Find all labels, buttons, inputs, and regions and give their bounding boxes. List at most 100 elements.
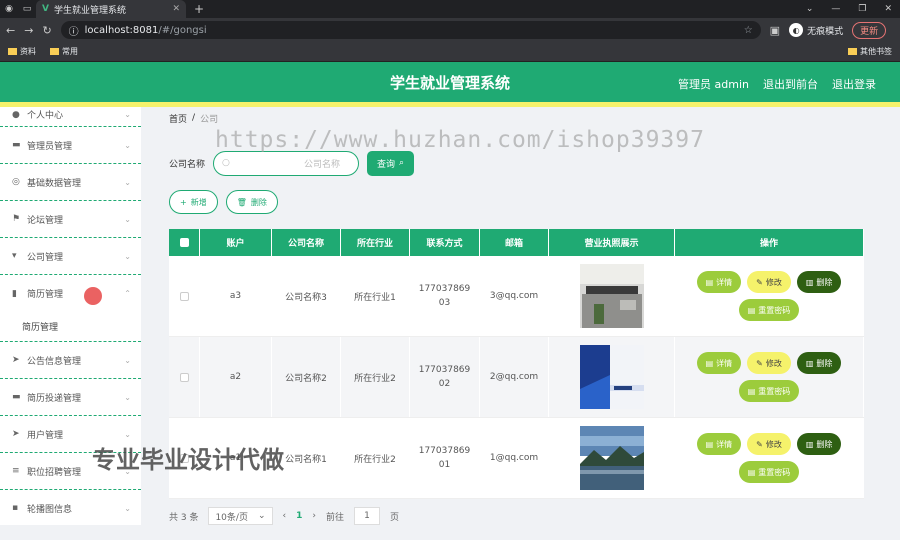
page-suffix: 页 [390, 512, 400, 523]
edit-button[interactable]: ✎ 修改 [747, 352, 791, 374]
add-button[interactable]: + 新增 [169, 190, 218, 214]
sidebar-toggle-icon[interactable]: ▣ [770, 24, 780, 37]
cell-phone-wrap: 17703786901 [410, 418, 480, 498]
page-size-select[interactable]: 10条/页 ⌄ [208, 507, 273, 525]
vue-logo-icon: V [42, 4, 49, 14]
license-image[interactable] [579, 345, 644, 409]
goto-page-input[interactable]: 1 [354, 507, 380, 525]
close-window-icon[interactable]: ✕ [884, 4, 892, 14]
select-all-checkbox[interactable] [179, 238, 189, 247]
edit-button[interactable]: ✎ 修改 [747, 433, 791, 455]
url-input[interactable]: ⓘ localhost:8081/#/gongsi ☆ [60, 21, 761, 39]
sidebar-item-admins[interactable]: ▬ 管理员管理 ⌄ [0, 127, 141, 164]
detail-button[interactable]: ▤ 详情 [696, 271, 742, 293]
chevron-down-icon: ⌄ [124, 251, 131, 261]
cell-phone: 17703786901 [418, 446, 471, 470]
reset-password-button[interactable]: ▤ 重置密码 [738, 461, 800, 483]
detail-label: 详情 [716, 358, 733, 368]
file-icon: ▤ [747, 305, 756, 315]
sidebar-subitem-resume[interactable]: 简历管理 [0, 312, 141, 342]
sidebar-item-company[interactable]: ▾ 公司管理 ⌄ [0, 238, 141, 275]
restore-icon[interactable]: ❐ [858, 4, 866, 14]
detail-label: 详情 [716, 439, 733, 449]
sidebar-item-forum[interactable]: ⚑ 论坛管理 ⌄ [0, 201, 141, 238]
breadcrumb-home[interactable]: 首页 [169, 112, 187, 125]
reload-icon[interactable]: ↻ [42, 24, 51, 37]
search-button[interactable]: 查询 ⌕ [367, 150, 415, 176]
url-host: localhost:8081 [84, 24, 159, 36]
pencil-icon: ✎ [756, 358, 763, 368]
forward-icon[interactable]: → [24, 24, 33, 37]
info-icon[interactable]: ⓘ [69, 23, 79, 38]
detail-button[interactable]: ▤ 详情 [696, 433, 742, 455]
bookmark-label: 资料 [20, 47, 36, 56]
row-select-cell [169, 256, 200, 336]
bookmark-label: 常用 [62, 47, 78, 56]
back-icon[interactable]: ← [6, 24, 15, 37]
breadcrumb-separator: / [192, 113, 196, 123]
bookmark-folder-1[interactable]: 常用 [50, 46, 78, 57]
chat-icon: ▪ [12, 503, 19, 513]
batch-delete-button[interactable]: 🗑 删除 [225, 190, 278, 214]
sidebar-item-notice[interactable]: ➤ 公告信息管理 ⌄ [0, 342, 141, 379]
back-to-front-link[interactable]: 退出到前台 [763, 76, 818, 92]
new-tab-button[interactable]: + [186, 2, 212, 16]
cell-industry: 所在行业2 [341, 418, 410, 498]
license-image[interactable] [579, 264, 644, 328]
current-page[interactable]: 1 [296, 511, 302, 521]
update-button[interactable]: 更新 [852, 21, 887, 39]
pagination-total: 共 3 条 [169, 512, 199, 523]
reset-password-button[interactable]: ▤ 重置密码 [738, 299, 800, 321]
sidebar-item-label: 管理员管理 [27, 141, 73, 152]
chair-icon: ▾ [12, 251, 17, 261]
browser-menu-icon[interactable]: ◉ [0, 4, 18, 14]
sidebar-item-carousel[interactable]: ▪ 轮播图信息 ⌄ [0, 490, 141, 525]
chevron-down-icon: ⌄ [257, 511, 266, 521]
sidebar-item-label: 轮播图信息 [27, 504, 73, 515]
send-icon: ➤ [12, 355, 20, 365]
delete-button[interactable]: ▥ 删除 [796, 352, 842, 374]
cell-email: 1@qq.com [480, 418, 549, 498]
pagination: 共 3 条 10条/页 ⌄ ‹ 1 › 前往 1 页 [169, 507, 880, 525]
detail-button[interactable]: ▤ 详情 [696, 352, 742, 374]
logout-link[interactable]: 退出登录 [832, 76, 876, 92]
edit-label: 修改 [765, 439, 782, 449]
reset-password-button[interactable]: ▤ 重置密码 [738, 380, 800, 402]
sidebar-item-profile[interactable]: ● 个人中心 ⌄ [0, 107, 141, 127]
close-tab-icon[interactable]: ✕ [172, 4, 180, 14]
bookmark-folder-0[interactable]: 资料 [8, 46, 36, 57]
other-bookmarks[interactable]: 其他书签 [848, 46, 892, 57]
edit-button[interactable]: ✎ 修改 [747, 271, 791, 293]
row-checkbox[interactable] [179, 291, 189, 301]
breadcrumb: 首页 / 公司 [169, 107, 880, 129]
next-page-icon[interactable]: › [312, 511, 316, 521]
row-checkbox[interactable] [179, 372, 189, 382]
chevron-down-icon: ⌄ [124, 110, 131, 119]
search-form: 公司名称 ○ 公司名称 查询 ⌕ [169, 150, 880, 176]
sidebar-item-resume[interactable]: ▮ 简历管理 ⌃ [0, 275, 141, 312]
browser-tab[interactable]: V 学生就业管理系统 ✕ [36, 0, 186, 18]
delete-button[interactable]: ▥ 删除 [796, 433, 842, 455]
minimize-icon[interactable]: — [831, 4, 840, 14]
header-account: 账户 [200, 229, 272, 256]
other-bookmarks-label: 其他书签 [860, 47, 892, 56]
cell-ops: ▤ 详情 ✎ 修改 ▥ 删除 ▤ 重置密码 [675, 418, 864, 498]
license-image[interactable] [579, 426, 644, 490]
sidebar-item-delivery[interactable]: ▬ 简历投递管理 ⌄ [0, 379, 141, 416]
sidebar-item-label: 公司管理 [27, 252, 64, 263]
bar-chart-icon: ▮ [12, 288, 17, 299]
file-icon: ▤ [705, 358, 714, 368]
plus-icon: + [180, 197, 187, 207]
delete-label: 删除 [816, 277, 833, 287]
tab-list-icon[interactable]: ▭ [18, 4, 36, 14]
bookmark-star-icon[interactable]: ☆ [744, 25, 753, 36]
delete-button[interactable]: ▥ 删除 [796, 271, 842, 293]
reset-label: 重置密码 [758, 386, 791, 396]
company-name-search-input[interactable]: ○ 公司名称 [213, 150, 360, 176]
sidebar-item-basedata[interactable]: ◎ 基础数据管理 ⌄ [0, 164, 141, 201]
prev-page-icon[interactable]: ‹ [283, 511, 287, 521]
file-icon: ▤ [705, 439, 714, 449]
tab-search-icon[interactable]: ⌄ [806, 4, 814, 14]
incognito-indicator[interactable]: ◐ 无痕模式 [789, 23, 843, 37]
user-icon: ● [12, 109, 20, 120]
